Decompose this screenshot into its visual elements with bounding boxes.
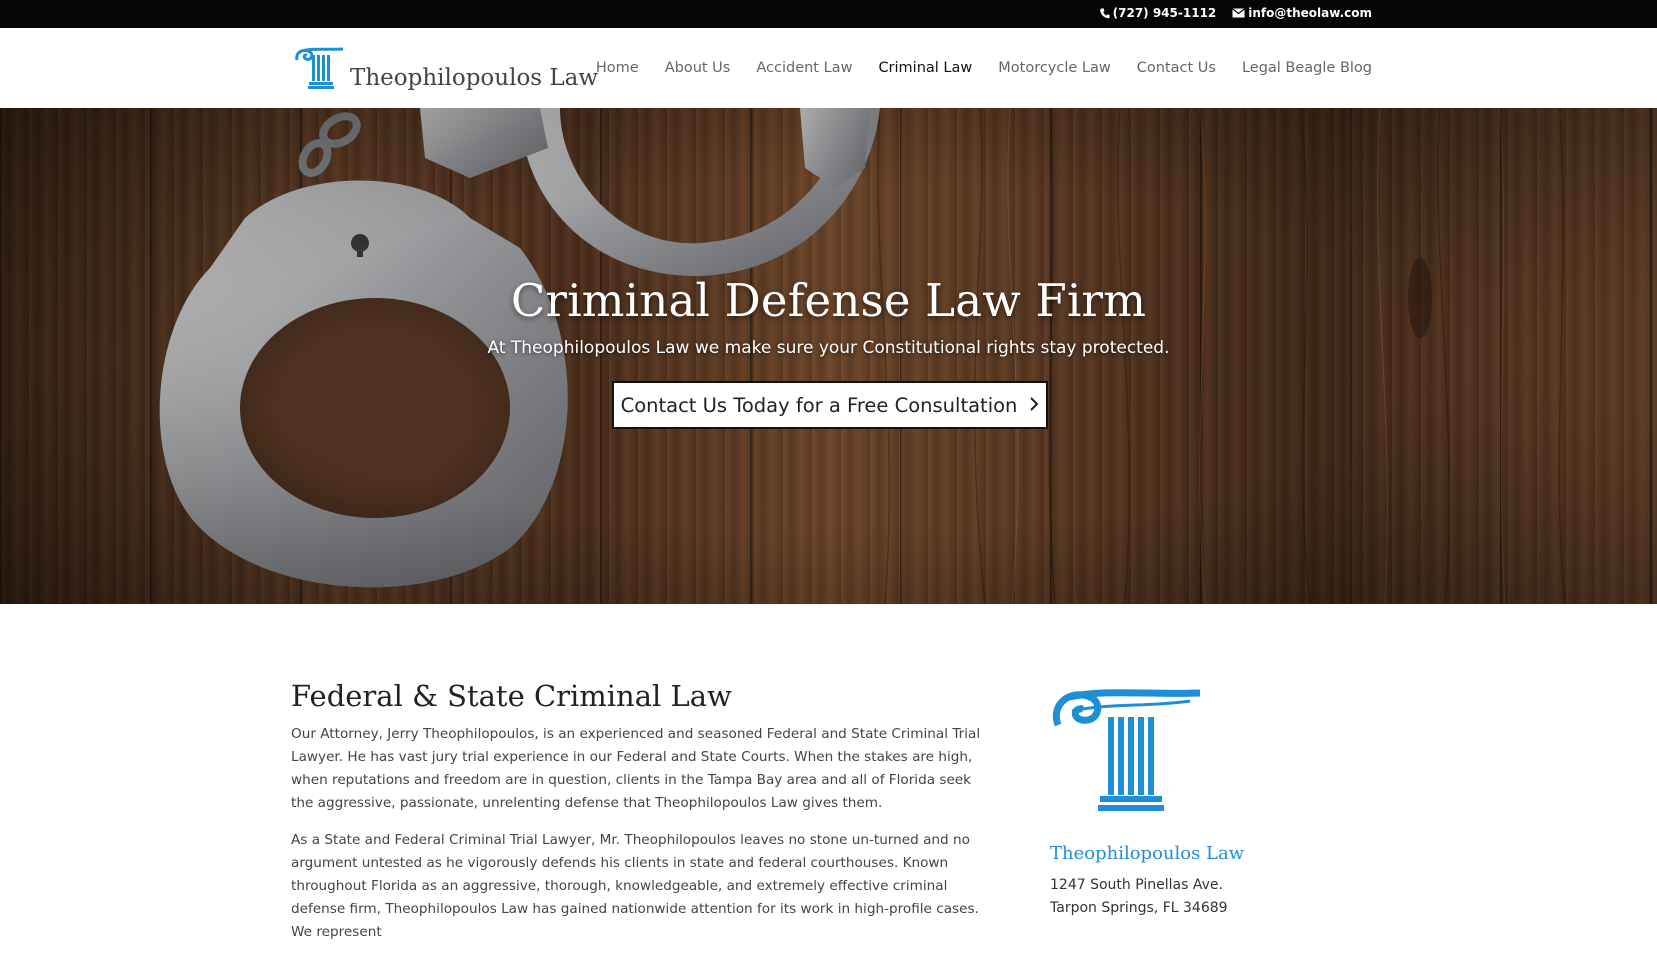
phone-number: (727) 945-1112 — [1112, 6, 1217, 20]
nav-accident-law[interactable]: Accident Law — [756, 60, 852, 76]
nav-criminal-law[interactable]: Criminal Law — [878, 60, 972, 76]
sidebar-firm-name: Theophilopoulos Law — [1050, 843, 1245, 864]
hero-content: Criminal Defense Law Firm At Theophilopo… — [0, 108, 1657, 604]
nav-motorcycle-law[interactable]: Motorcycle Law — [998, 60, 1111, 76]
free-consultation-button[interactable]: Contact Us Today for a Free Consultation — [612, 381, 1048, 429]
nav-home[interactable]: Home — [596, 60, 639, 76]
mail-icon — [1232, 8, 1246, 18]
sidebar: Theophilopoulos Law 1247 South Pinellas … — [1050, 685, 1330, 920]
site-logo[interactable]: Theophilopoulos Law — [294, 46, 598, 94]
main-content: Federal & State Criminal Law Our Attorne… — [291, 679, 991, 958]
chevron-right-icon — [1029, 394, 1039, 417]
phone-icon — [1099, 8, 1110, 19]
hero-subtitle: At Theophilopoulos Law we make sure your… — [487, 338, 1170, 358]
contact-info: (727) 945-1112 info@theolaw.com — [1099, 6, 1372, 20]
phone-link[interactable]: (727) 945-1112 — [1099, 6, 1217, 20]
section-heading: Federal & State Criminal Law — [291, 679, 732, 713]
site-header: Theophilopoulos Law Home About Us Accide… — [0, 28, 1657, 108]
nav-about-us[interactable]: About Us — [665, 60, 731, 76]
column-logo-icon — [294, 46, 344, 94]
logo-text: Theophilopoulos Law — [350, 65, 599, 91]
address-line-1: 1247 South Pinellas Ave. — [1050, 877, 1223, 893]
email-address: info@theolaw.com — [1248, 6, 1372, 20]
nav-legal-beagle-blog[interactable]: Legal Beagle Blog — [1242, 60, 1372, 76]
hero-title: Criminal Defense Law Firm — [510, 274, 1147, 327]
email-link[interactable]: info@theolaw.com — [1232, 6, 1372, 20]
hero-banner: Criminal Defense Law Firm At Theophilopo… — [0, 108, 1657, 604]
main-nav: Home About Us Accident Law Criminal Law … — [596, 60, 1372, 76]
intro-paragraph: Our Attorney, Jerry Theophilopoulos, is … — [291, 726, 981, 812]
cta-label: Contact Us Today for a Free Consultation — [620, 393, 1018, 417]
trial-lawyer-paragraph: As a State and Federal Criminal Trial La… — [291, 832, 979, 941]
column-logo-icon — [1050, 685, 1330, 817]
top-contact-bar: (727) 945-1112 info@theolaw.com — [0, 0, 1657, 28]
nav-contact-us[interactable]: Contact Us — [1137, 60, 1216, 76]
